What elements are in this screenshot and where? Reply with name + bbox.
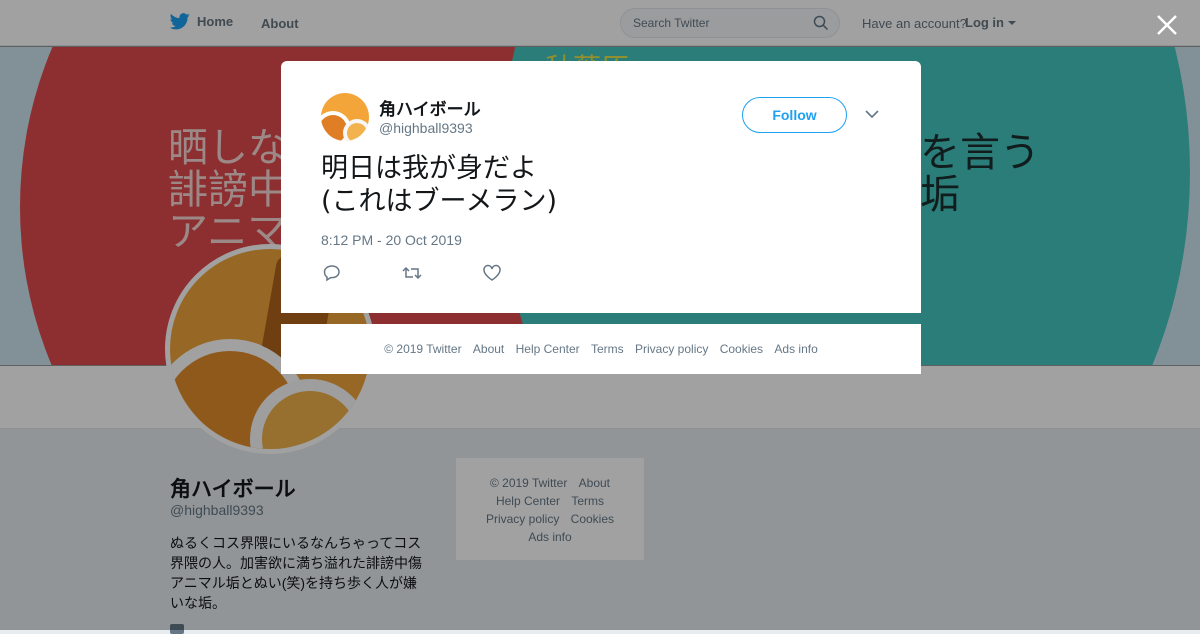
tweet-author-avatar[interactable] [321,93,369,141]
close-icon[interactable] [1154,12,1180,38]
avatar-drink [347,123,367,141]
tweet-author-handle[interactable]: @highball9393 [379,120,473,136]
tweet-timestamp[interactable]: 8:12 PM - 20 Oct 2019 [321,232,462,248]
footer-link-privacy[interactable]: Privacy policy [635,342,708,356]
footer-link-help-center[interactable]: Help Center [516,342,580,356]
retweet-icon[interactable] [402,264,422,282]
footer-link-cookies[interactable]: Cookies [720,342,763,356]
follow-button[interactable]: Follow [742,97,847,133]
chevron-down-icon[interactable] [864,108,880,120]
footer-link-ads-info[interactable]: Ads info [774,342,817,356]
footer-link-about[interactable]: About [473,342,504,356]
tweet-text: 明日は我が身だよ (これはブーメラン) [321,153,557,217]
tweet-card: 角ハイボール @highball9393 Follow 明日は我が身だよ (これ… [281,61,921,313]
modal-footer: © 2019 Twitter About Help Center Terms P… [281,324,921,374]
like-icon[interactable] [482,264,502,282]
footer-link-terms[interactable]: Terms [591,342,624,356]
tweet-author-name[interactable]: 角ハイボール [379,95,481,120]
footer-copyright: © 2019 Twitter [384,342,462,356]
reply-icon[interactable] [322,264,342,282]
